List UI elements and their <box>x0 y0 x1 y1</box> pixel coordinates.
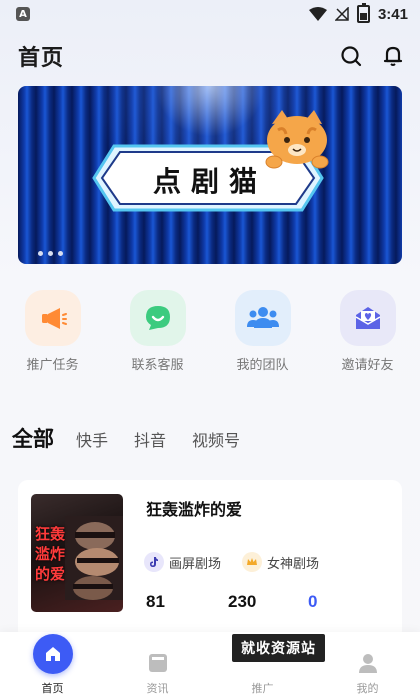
platform-tabs: 全部 快手 抖音 视频号 <box>12 423 266 453</box>
stat-value-3: 0 <box>308 592 318 611</box>
bottom-nav: 首页 资讯 推广 我的 <box>0 632 420 700</box>
quick-item-promotion-tasks[interactable]: 推广任务 <box>3 290 103 380</box>
drama-poster: 狂轰滥炸的爱 <box>31 494 123 612</box>
quick-menu: 推广任务 联系客服 我的团队 邀请好友 <box>0 290 420 380</box>
quick-item-customer-service[interactable]: 联系客服 <box>108 290 208 380</box>
tag-label: 女神剧场 <box>267 556 320 572</box>
quick-icon-bg <box>339 290 396 346</box>
quick-item-my-team[interactable]: 我的团队 <box>213 290 313 380</box>
tag-label: 画屏剧场 <box>169 556 222 572</box>
search-icon <box>341 46 362 67</box>
banner-carousel[interactable]: 点剧猫 <box>18 86 402 264</box>
drama-title: 狂轰滥炸的爱 <box>146 500 243 519</box>
notifications-button[interactable] <box>382 45 404 67</box>
carousel-dot <box>48 251 53 256</box>
cat-mascot-icon <box>265 110 329 169</box>
quick-label: 联系客服 <box>131 358 184 373</box>
quick-label: 我的团队 <box>236 358 289 373</box>
stat-value-1: 81 <box>146 592 165 611</box>
crown-icon <box>242 552 262 572</box>
tab-all[interactable]: 全部 <box>12 423 54 453</box>
carousel-dot <box>58 251 63 256</box>
invite-envelope-icon <box>355 307 380 329</box>
notification-app-icon: A <box>16 7 30 21</box>
tab-video-channel[interactable]: 视频号 <box>192 427 240 451</box>
status-bar: A 3:41 <box>0 0 420 28</box>
chat-smile-icon <box>145 306 170 330</box>
page-title: 首页 <box>18 46 65 71</box>
banner-title: 点剧猫 <box>152 165 267 198</box>
search-button[interactable] <box>340 45 362 67</box>
status-time: 3:41 <box>377 5 408 23</box>
carousel-dot <box>38 251 43 256</box>
nav-item-news[interactable]: 资讯 <box>118 650 198 696</box>
quick-item-invite-friends[interactable]: 邀请好友 <box>318 290 418 380</box>
bell-icon <box>383 46 403 66</box>
quick-label: 推广任务 <box>26 358 79 373</box>
poster-title: 狂轰滥炸的爱 <box>35 525 66 583</box>
header: 首页 <box>18 38 404 74</box>
battery-icon <box>356 3 370 23</box>
quick-label: 邀请好友 <box>341 358 394 373</box>
quick-icon-bg <box>129 290 186 346</box>
watermark: 就收资源站 <box>232 634 325 662</box>
nav-item-profile[interactable]: 我的 <box>328 650 408 696</box>
nav-label: 我的 <box>356 682 379 695</box>
tag-theater-1: 画屏剧场 <box>144 552 221 572</box>
user-icon <box>355 650 381 676</box>
megaphone-icon <box>41 308 67 329</box>
home-icon <box>32 634 73 674</box>
news-icon <box>145 650 171 676</box>
quick-icon-bg <box>234 290 291 346</box>
tab-kuaishou[interactable]: 快手 <box>76 427 108 451</box>
tab-douyin[interactable]: 抖音 <box>134 427 166 451</box>
nav-item-home[interactable]: 首页 <box>13 634 93 696</box>
nav-label: 首页 <box>41 682 64 695</box>
stat-value-2: 230 <box>228 592 257 611</box>
quick-icon-bg <box>24 290 81 346</box>
tiktok-icon <box>144 552 164 572</box>
tag-theater-2: 女神剧场 <box>242 552 319 572</box>
nav-label: 资讯 <box>146 682 169 695</box>
drama-card[interactable]: 狂轰滥炸的爱 狂轰滥炸的爱 画屏剧场 女神剧场 81 230 0 <box>18 480 402 640</box>
team-icon <box>246 307 279 328</box>
nav-label: 推广 <box>251 682 274 695</box>
no-signal-icon <box>334 7 349 21</box>
wifi-icon <box>308 7 327 21</box>
carousel-indicator <box>38 251 63 256</box>
